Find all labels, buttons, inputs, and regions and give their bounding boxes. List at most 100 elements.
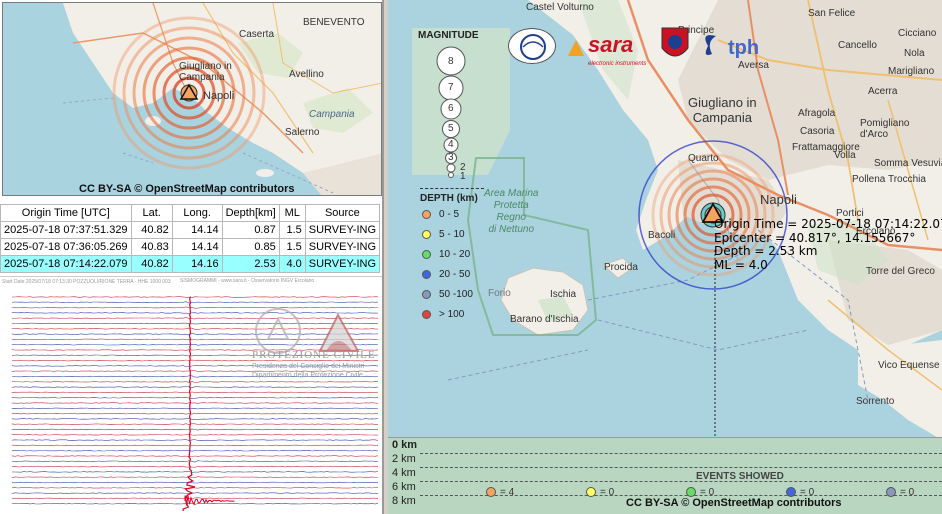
place-label: Casoria xyxy=(800,126,835,137)
cell-source: SURVEY-ING xyxy=(304,255,381,273)
place-label: Cancello xyxy=(838,40,877,51)
tph-logo: tph xyxy=(698,32,798,67)
cell-depth: 2.53 xyxy=(221,255,280,273)
overview-place: Salerno xyxy=(285,127,320,138)
count-item: = 0 xyxy=(586,487,614,498)
magnitude-value: 7 xyxy=(448,82,454,93)
cell-origin-time: 2025-07-18 07:37:51.329 xyxy=(0,221,132,239)
place-label: Bacoli xyxy=(648,230,676,241)
place-label: Cicciano xyxy=(898,28,937,39)
cell-ml: 1.5 xyxy=(278,238,306,256)
cell-origin-time: 2025-07-18 07:36:05.269 xyxy=(0,238,132,256)
place-label: Forio xyxy=(488,288,511,299)
depth-axis-label: 6 km xyxy=(392,481,416,493)
col-origin-time[interactable]: Origin Time [UTC] xyxy=(0,204,132,222)
col-depth[interactable]: Depth[km] xyxy=(221,204,280,222)
cell-lat: 40.82 xyxy=(130,255,173,273)
table-row-selected[interactable]: 2025-07-18 07:14:22.079 40.82 14.16 2.53… xyxy=(0,255,381,273)
depth-dot-icon xyxy=(422,289,431,299)
depth-dot-icon xyxy=(422,269,431,279)
magnitude-value: 6 xyxy=(448,103,454,114)
sara-logo-text: sara xyxy=(588,32,633,57)
seismogram-panel[interactable]: Start Date 2025/07/18 07:13:30 POZZUOLI/… xyxy=(0,276,382,514)
place-label: Castel Volturno xyxy=(526,2,594,13)
overview-place: Giugliano in Campania xyxy=(179,61,232,83)
place-label: Barano d'Ischia xyxy=(510,314,579,325)
magnitude-value: 4 xyxy=(448,139,454,150)
cell-long: 14.14 xyxy=(171,221,223,239)
events-table: Origin Time [UTC] Lat. Long. Depth[km] M… xyxy=(0,204,381,273)
app-window: Caserta BENEVENTO Giugliano in Campania … xyxy=(0,0,942,514)
depth-gridline xyxy=(420,481,942,482)
overview-place: Avellino xyxy=(289,69,324,80)
table-row[interactable]: 2025-07-18 07:37:51.329 40.82 14.14 0.87… xyxy=(0,221,381,239)
depth-class: 10 - 20 xyxy=(422,249,470,260)
agency-name: PROTEZIONE CIVILE xyxy=(252,349,376,361)
depth-axis-label: 0 km xyxy=(392,439,418,451)
place-label: Afragola xyxy=(798,108,836,119)
magnitude-value: 1 xyxy=(460,171,466,182)
depth-class: > 100 xyxy=(422,309,464,320)
ingv-logo-icon xyxy=(508,28,556,64)
place-label: San Felice xyxy=(808,8,856,19)
overview-place: Caserta xyxy=(239,29,275,40)
place-label: Ischia xyxy=(550,289,577,300)
cell-source: SURVEY-ING xyxy=(304,221,381,239)
event-depth: Depth = 2.53 km xyxy=(714,244,818,258)
depth-axis-label: 2 km xyxy=(392,453,416,465)
event-origin-time: Origin Time = 2025-07-18 07:14:22.079 xyxy=(714,217,942,231)
count-dot-icon xyxy=(686,487,696,498)
depth-axis-label: 4 km xyxy=(392,467,416,479)
place-label: Giugliano in Campania xyxy=(688,95,757,125)
events-showed-label: EVENTS SHOWED xyxy=(696,471,784,482)
table-header-row: Origin Time [UTC] Lat. Long. Depth[km] M… xyxy=(0,204,381,222)
count-dot-icon xyxy=(586,487,596,498)
col-long[interactable]: Long. xyxy=(171,204,223,222)
depth-dot-icon xyxy=(422,309,431,319)
sara-subtitle: electronic instruments xyxy=(588,61,647,67)
cell-ml: 4.0 xyxy=(278,255,306,273)
count-dot-icon xyxy=(886,487,896,498)
left-panel: Caserta BENEVENTO Giugliano in Campania … xyxy=(0,0,384,514)
place-label: Acerra xyxy=(868,86,898,97)
depth-axis-label: 8 km xyxy=(392,495,416,507)
cell-lat: 40.83 xyxy=(130,238,173,256)
cell-long: 14.16 xyxy=(171,255,223,273)
overview-map[interactable]: Caserta BENEVENTO Giugliano in Campania … xyxy=(2,2,382,196)
cell-origin-time: 2025-07-18 07:14:22.079 xyxy=(0,255,132,273)
table-row[interactable]: 2025-07-18 07:36:05.269 40.83 14.14 0.85… xyxy=(0,238,381,256)
overview-place: Napoli xyxy=(203,90,235,102)
cell-long: 14.14 xyxy=(171,238,223,256)
col-source[interactable]: Source xyxy=(304,204,381,222)
depth-dot-icon xyxy=(422,249,431,259)
cell-source: SURVEY-ING xyxy=(304,238,381,256)
col-ml[interactable]: ML xyxy=(278,204,306,222)
place-label: Somma Vesuviana xyxy=(874,158,942,169)
depth-class: 0 - 5 xyxy=(422,209,459,220)
depth-dot-icon xyxy=(422,209,431,219)
legend-divider xyxy=(420,188,484,189)
agency-sub2: Dipartimento della Protezione Civile xyxy=(252,372,363,379)
event-ml: ML = 4.0 xyxy=(714,257,768,272)
cell-lat: 40.82 xyxy=(130,221,173,239)
depth-dot-icon xyxy=(422,229,431,239)
place-label: Marigliano xyxy=(888,66,935,77)
magnitude-value: 3 xyxy=(448,152,454,163)
depth-gridline xyxy=(420,453,942,454)
place-label: Volla xyxy=(834,150,856,161)
depth-class: 50 -100 xyxy=(422,289,473,300)
agency-sub1: Presidenza del Consiglio dei Ministri xyxy=(252,363,365,370)
shield-icon xyxy=(660,26,690,64)
main-map[interactable]: Castel Volturno Principe Aversa Giuglian… xyxy=(388,0,942,514)
count-dot-icon xyxy=(786,487,796,498)
sara-logo: sara electronic instruments xyxy=(566,30,652,67)
place-label: Napoli xyxy=(760,192,797,207)
main-attribution[interactable]: CC BY-SA © OpenStreetMap contributors xyxy=(626,497,842,509)
place-label: Sorrento xyxy=(856,396,895,407)
depth-class: 20 - 50 xyxy=(422,269,470,280)
overview-map-land xyxy=(62,3,381,195)
depth-profile[interactable]: 0 km 2 km 4 km 6 km 8 km EVENTS SHOWED =… xyxy=(388,437,942,514)
depth-legend-title: DEPTH (km) xyxy=(420,193,478,204)
overview-attribution[interactable]: CC BY-SA © OpenStreetMap contributors xyxy=(79,183,295,195)
col-lat[interactable]: Lat. xyxy=(130,204,173,222)
